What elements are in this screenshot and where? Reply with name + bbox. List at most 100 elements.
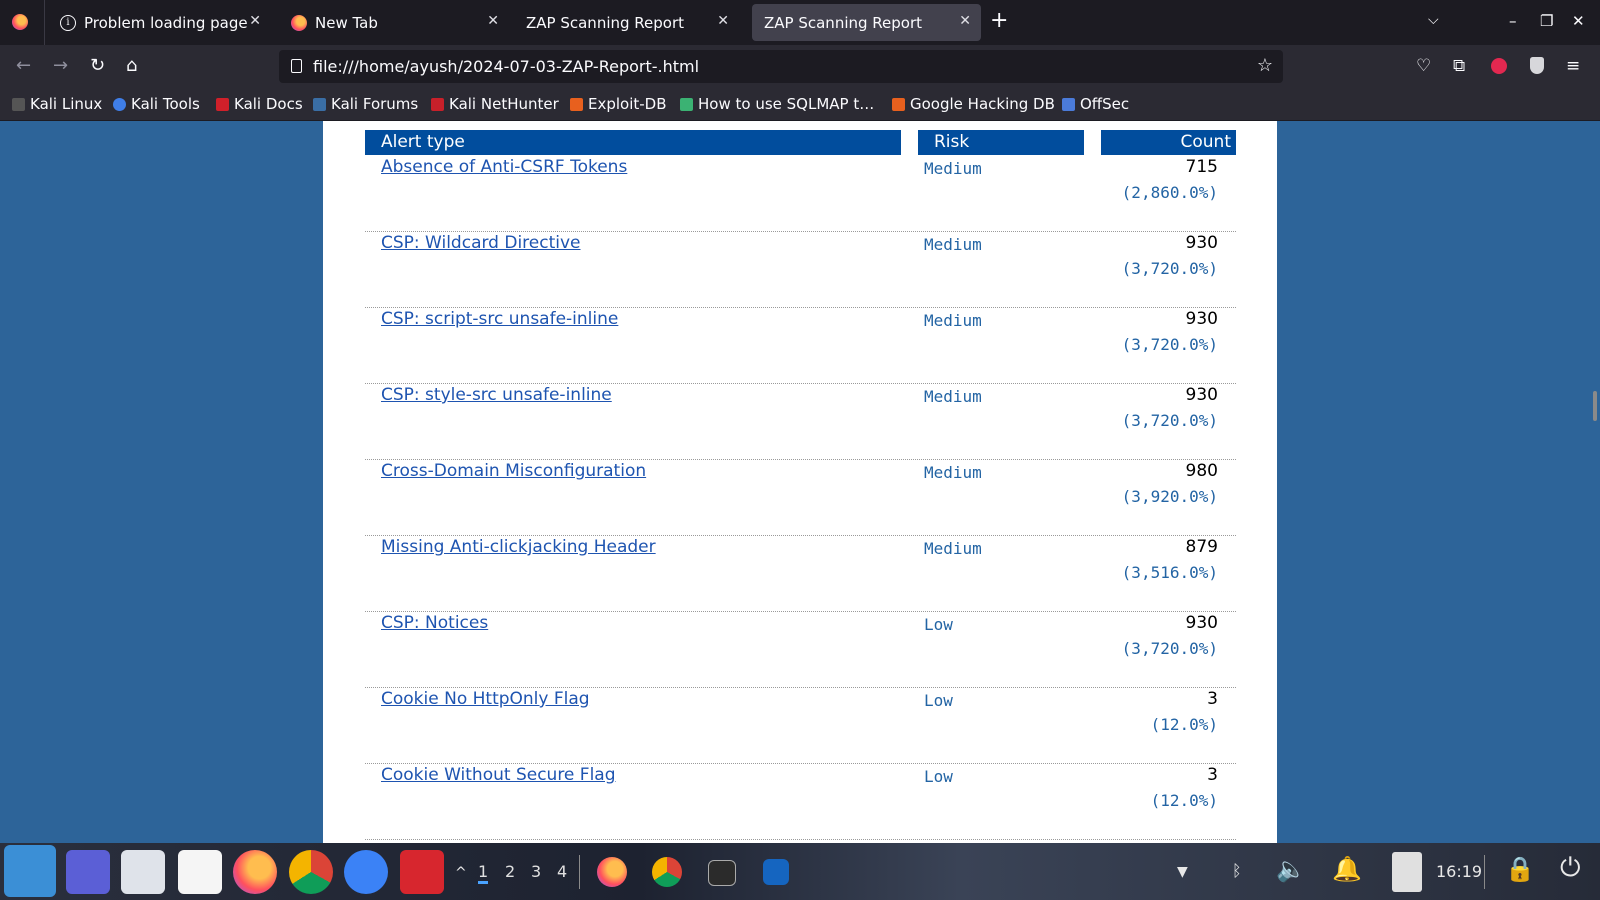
new-tab-plus-icon[interactable]: + — [990, 10, 1008, 32]
chevron-up-icon[interactable]: ^ — [455, 865, 467, 881]
firefox-launcher-icon[interactable] — [233, 850, 277, 894]
close-icon[interactable]: ✕ — [249, 13, 261, 29]
alert-type-link[interactable]: CSP: script-src unsafe-inline — [381, 309, 618, 329]
workspace-4[interactable]: 4 — [557, 862, 567, 881]
tab-problem-loading[interactable]: i Problem loading page ✕ — [48, 4, 271, 41]
restore-icon[interactable]: ❐ — [1540, 12, 1553, 30]
text-editor-icon[interactable] — [178, 850, 222, 894]
table-row: CSP: script-src unsafe-inline Medium 930 (3… — [365, 307, 1236, 384]
tab-zap-report-1[interactable]: ZAP Scanning Report ✕ — [514, 4, 739, 41]
kali-forums-icon — [313, 97, 326, 111]
header-risk: Risk — [918, 130, 1084, 155]
scrollbar-thumb[interactable] — [1593, 391, 1597, 421]
close-icon[interactable]: ✕ — [959, 13, 971, 29]
workspace-3[interactable]: 3 — [531, 862, 541, 881]
volume-icon[interactable]: 🔈 — [1276, 855, 1306, 883]
firefox-icon — [12, 14, 28, 30]
clipboard-icon[interactable] — [1392, 852, 1422, 892]
firefox-icon — [291, 14, 307, 31]
offsec-icon — [1062, 97, 1075, 111]
zap-window-icon[interactable] — [763, 859, 789, 885]
bookmark-label: Kali Tools — [131, 95, 200, 113]
bookmark-label: OffSec — [1080, 95, 1130, 113]
chevron-down-icon[interactable]: ⌵ — [1428, 12, 1439, 28]
alert-count: 3 — [1207, 689, 1218, 709]
alert-type-link[interactable]: CSP: Notices — [381, 613, 488, 633]
notification-bell-icon[interactable]: 🔔 — [1332, 855, 1362, 883]
bookmark-kali-nethunter[interactable]: Kali NetHunter — [431, 95, 559, 113]
bookmark-label: Kali Forums — [331, 95, 419, 113]
page-icon — [291, 59, 302, 73]
risk-level: Low — [924, 767, 953, 786]
firefox-window-icon[interactable] — [597, 857, 627, 887]
forward-arrow-icon[interactable]: → — [53, 55, 68, 76]
reload-icon[interactable]: ↻ — [90, 55, 105, 76]
url-bar[interactable]: file:///home/ayush/2024-07-03-ZAP-Report… — [279, 50, 1283, 83]
alert-type-link[interactable]: Absence of Anti-CSRF Tokens — [381, 157, 627, 177]
extensions-icon[interactable]: ⧉ — [1453, 56, 1465, 76]
bookmark-kali-linux[interactable]: Kali Linux — [12, 95, 102, 113]
tab-zap-report-2[interactable]: ZAP Scanning Report ✕ — [752, 4, 981, 41]
ublock-icon[interactable] — [1491, 58, 1507, 74]
alert-type-link[interactable]: Cross-Domain Misconfiguration — [381, 461, 646, 481]
header-count: Count — [1101, 130, 1236, 155]
minimize-icon[interactable]: – — [1509, 12, 1517, 30]
alert-type-link[interactable]: Cookie No HttpOnly Flag — [381, 689, 590, 709]
back-arrow-icon[interactable]: ← — [16, 55, 31, 76]
workspace-1[interactable]: 1 — [478, 862, 489, 884]
file-manager-icon[interactable] — [121, 850, 165, 894]
home-icon[interactable]: ⌂ — [126, 55, 137, 76]
alert-percentage: (12.0%) — [1150, 715, 1218, 734]
tab-bar: i Problem loading page ✕ New Tab ✕ ZAP S… — [0, 0, 1600, 45]
alert-type-link[interactable]: Missing Anti-clickjacking Header — [381, 537, 656, 557]
alert-type-link[interactable]: CSP: Wildcard Directive — [381, 233, 581, 253]
close-window-icon[interactable]: ✕ — [1572, 12, 1585, 30]
table-row: Missing Anti-clickjacking Header Medium 87… — [365, 535, 1236, 612]
pocket-icon[interactable]: ♡ — [1416, 56, 1431, 76]
bookmarks-toolbar: Kali Linux Kali Tools Kali Docs Kali For… — [0, 89, 1600, 121]
table-row: Cross-Domain Misconfiguration Medium 980 (3… — [365, 459, 1236, 536]
bookmark-exploit-db[interactable]: Exploit-DB — [570, 95, 667, 113]
bookmark-offsec[interactable]: OffSec — [1062, 95, 1129, 113]
table-row: Absence of Anti-CSRF Tokens Medium 715 (2,8… — [365, 155, 1236, 232]
alert-type-link[interactable]: Cookie Without Secure Flag — [381, 765, 616, 785]
alert-count: 930 — [1185, 385, 1218, 405]
risk-level: Low — [924, 691, 953, 710]
star-bookmark-icon[interactable]: ☆ — [1257, 55, 1273, 76]
report-page: Alert type Risk Count Absence of Anti-CS… — [323, 121, 1277, 843]
close-icon[interactable]: ✕ — [487, 13, 499, 29]
bookmark-kali-docs[interactable]: Kali Docs — [216, 95, 303, 113]
tab-new-tab[interactable]: New Tab ✕ — [279, 4, 509, 41]
risk-level: Medium — [924, 463, 982, 482]
menu-hamburger-icon[interactable]: ≡ — [1566, 56, 1580, 76]
shield-icon[interactable] — [1530, 57, 1544, 74]
chromium-launcher-icon[interactable] — [344, 850, 388, 894]
alert-count: 715 — [1185, 157, 1218, 177]
show-desktop-icon[interactable] — [66, 850, 110, 894]
firefox-view-button[interactable] — [0, 0, 45, 45]
table-row: Cookie No HttpOnly Flag Low 3 (12.0%) — [365, 687, 1236, 764]
alert-count: 930 — [1185, 309, 1218, 329]
bookmark-kali-tools[interactable]: Kali Tools — [113, 95, 200, 113]
alert-type-link[interactable]: CSP: style-src unsafe-inline — [381, 385, 612, 405]
bookmark-kali-forums[interactable]: Kali Forums — [313, 95, 418, 113]
bookmark-label: Kali Docs — [234, 95, 303, 113]
bluetooth-icon[interactable]: ᛒ — [1232, 861, 1242, 880]
tab-label: New Tab — [315, 13, 378, 32]
workspace-2[interactable]: 2 — [505, 862, 515, 881]
bookmark-sqlmap[interactable]: How to use SQLMAP t… — [680, 95, 874, 113]
url-text[interactable]: file:///home/ayush/2024-07-03-ZAP-Report… — [313, 57, 699, 76]
chrome-launcher-icon[interactable] — [289, 850, 333, 894]
logout-icon[interactable]: ⏻ — [1560, 853, 1581, 884]
terminal-root-icon[interactable] — [400, 850, 444, 894]
network-down-icon[interactable]: ▼ — [1177, 864, 1188, 880]
close-icon[interactable]: ✕ — [717, 13, 729, 29]
bookmark-google-hacking-db[interactable]: Google Hacking DB — [892, 95, 1055, 113]
bookmark-label: How to use SQLMAP t… — [698, 95, 875, 113]
clock[interactable]: 16:19 — [1436, 862, 1482, 881]
alert-count: 3 — [1207, 765, 1218, 785]
chrome-window-icon[interactable] — [652, 857, 682, 887]
kali-menu-icon[interactable] — [4, 845, 56, 897]
lock-icon[interactable]: 🔒 — [1505, 855, 1535, 883]
terminal-window-icon[interactable] — [708, 860, 736, 886]
